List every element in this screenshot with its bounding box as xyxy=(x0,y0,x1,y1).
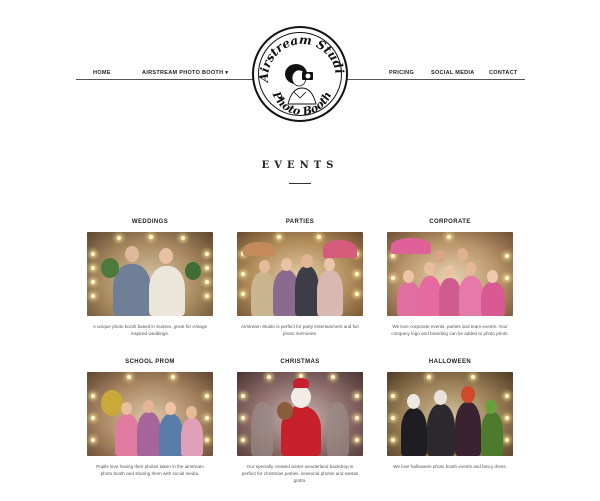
card-title: SCHOOL PROM xyxy=(125,359,175,365)
logo-graphic: Airstream Studio Photo Booth xyxy=(254,28,346,118)
weddings-photo[interactable] xyxy=(87,232,213,316)
nav-pricing-link[interactable]: PRICING xyxy=(389,70,414,76)
nav-social-media-link[interactable]: SOCIAL MEDIA xyxy=(431,70,475,76)
card-description: Pupils love having their photos taken in… xyxy=(96,464,204,476)
parties-photo[interactable] xyxy=(237,232,363,316)
nav-divider-right xyxy=(346,79,525,80)
school-prom-photo[interactable] xyxy=(87,372,213,456)
page-title: EVENTS xyxy=(261,160,339,171)
event-card-corporate[interactable]: CORPORATE We love corporate events, part… xyxy=(387,219,513,337)
corporate-photo[interactable] xyxy=(387,232,513,316)
card-title: PARTIES xyxy=(285,219,315,225)
site-header: HOME AIRSTREAM PHOTO BOOTH ▾ PRICING SOC… xyxy=(0,0,600,140)
nav-contact-link[interactable]: CONTACT xyxy=(489,70,518,76)
event-card-parties[interactable]: PARTIES Airstream Studio is perfect for … xyxy=(237,219,363,337)
card-title: WEDDINGS xyxy=(131,219,169,225)
airstream-studio-logo[interactable]: Airstream Studio Photo Booth xyxy=(252,26,348,122)
nav-divider-left xyxy=(76,79,256,80)
event-card-school-prom[interactable]: SCHOOL PROM Pupils love having their pho… xyxy=(87,359,213,477)
event-card-weddings[interactable]: WEDDINGS A unique photo booth based in S… xyxy=(87,219,213,337)
title-divider xyxy=(289,183,311,184)
nav-photo-booth-link[interactable]: AIRSTREAM PHOTO BOOTH ▾ xyxy=(142,70,228,76)
card-title: CORPORATE xyxy=(429,219,471,225)
card-description: Our specially created winter wonderland … xyxy=(241,464,359,483)
event-card-halloween[interactable]: HALLOWEEN We love halloween photo booth … xyxy=(387,359,513,470)
card-description: A unique photo booth based in Sussex, gr… xyxy=(92,324,208,336)
card-description: We love halloween photo booth events and… xyxy=(393,464,507,469)
halloween-photo[interactable] xyxy=(387,372,513,456)
card-title: HALLOWEEN xyxy=(428,359,472,365)
christmas-photo[interactable] xyxy=(237,372,363,456)
card-description: Airstream Studio is perfect for party en… xyxy=(241,324,359,336)
nav-home-link[interactable]: HOME xyxy=(93,70,111,76)
event-card-christmas[interactable]: CHRISTMAS Our specially created winter w… xyxy=(237,359,363,484)
card-title: CHRISTMAS xyxy=(280,359,320,365)
card-description: We love corporate events, parties and te… xyxy=(391,324,509,336)
